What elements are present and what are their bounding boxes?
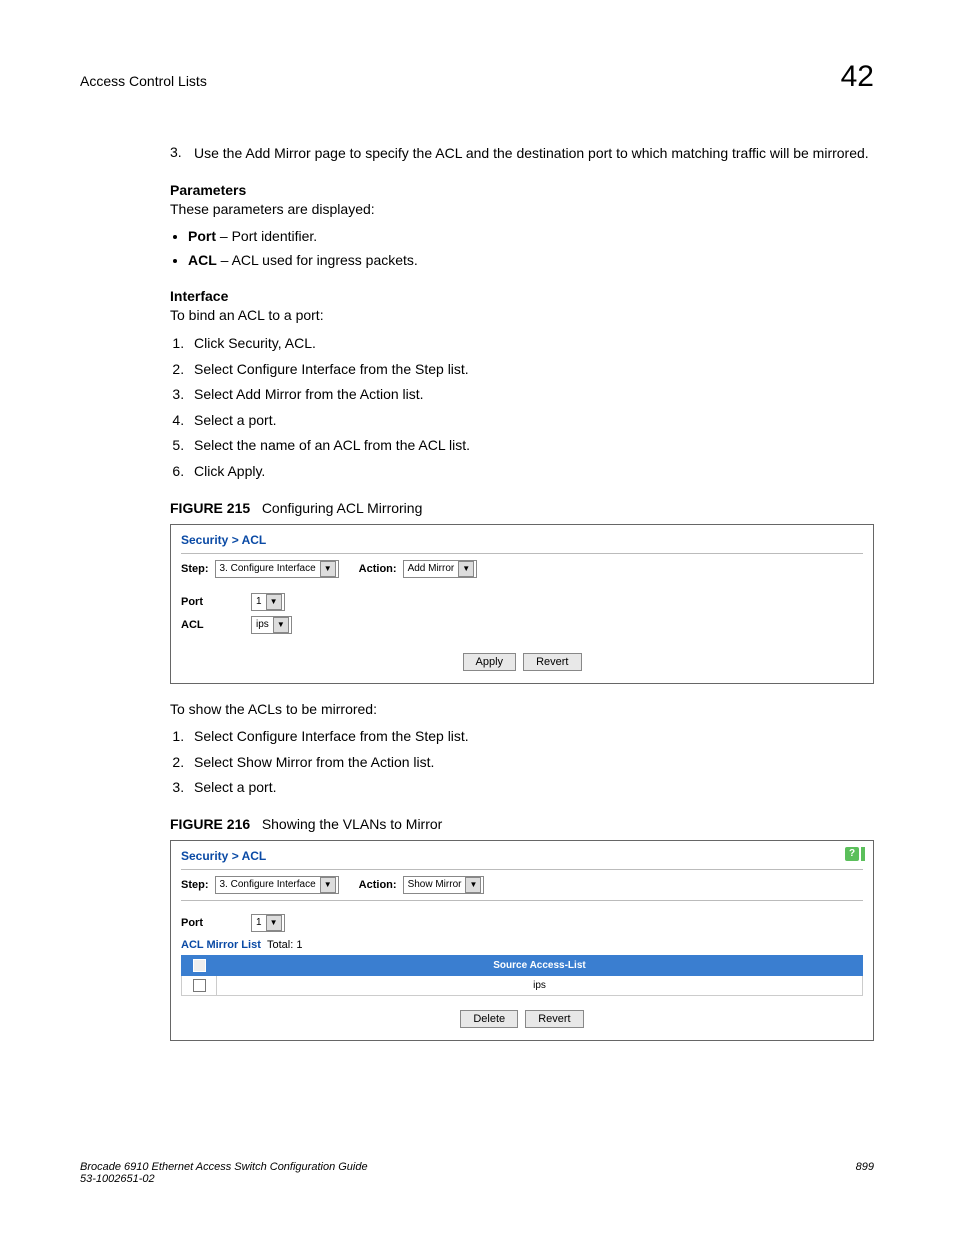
breadcrumb: Security > ACL [171,525,873,553]
step-label: Step: [181,879,209,891]
step-select-value: 3. Configure Interface [220,563,316,574]
step-select-value: 3. Configure Interface [220,879,316,890]
interface-step: Click Security, ACL. [188,334,874,354]
action-select[interactable]: Show Mirror ▼ [403,876,485,894]
panel-edge-icon [861,847,865,861]
running-header: Access Control Lists [80,73,207,89]
table-row: ips [182,975,863,995]
chevron-down-icon: ▼ [266,594,282,610]
step-select[interactable]: 3. Configure Interface ▼ [215,876,339,894]
delete-button[interactable]: Delete [460,1010,518,1028]
port-select[interactable]: 1 ▼ [251,914,285,932]
action-select-value: Show Mirror [408,879,462,890]
show-step: Select a port. [188,778,874,798]
figure-label: FIGURE 216 [170,816,250,832]
figure-216-panel: ? Security > ACL Step: 3. Configure Inte… [170,840,874,1041]
row-value: ips [217,975,863,995]
port-label: Port [181,596,251,608]
show-step: Select Show Mirror from the Action list. [188,753,874,773]
figure-caption: Configuring ACL Mirroring [262,500,423,516]
param-term: Port [188,228,216,244]
port-select-value: 1 [256,596,262,607]
chevron-down-icon: ▼ [266,915,282,931]
param-item: Port – Port identifier. [188,227,874,247]
chevron-down-icon: ▼ [458,561,474,577]
parameters-heading: Parameters [170,182,874,198]
revert-button[interactable]: Revert [525,1010,583,1028]
param-item: ACL – ACL used for ingress packets. [188,251,874,271]
parameters-intro: These parameters are displayed: [170,200,874,220]
chapter-number: 42 [841,60,874,94]
chevron-down-icon: ▼ [320,561,336,577]
step-number: 3. [170,144,194,164]
mirror-list-table: Source Access-List ips [181,955,863,996]
figure-215-panel: Security > ACL Step: 3. Configure Interf… [170,524,874,684]
footer-doc-title: Brocade 6910 Ethernet Access Switch Conf… [80,1161,368,1173]
interface-intro: To bind an ACL to a port: [170,306,874,326]
step-label: Step: [181,563,209,575]
param-term: ACL [188,252,217,268]
interface-step: Select Configure Interface from the Step… [188,360,874,380]
action-label: Action: [359,879,397,891]
col-header: Source Access-List [217,955,863,975]
show-intro: To show the ACLs to be mirrored: [170,700,874,720]
footer-doc-id: 53-1002651-02 [80,1173,368,1185]
port-select[interactable]: 1 ▼ [251,593,285,611]
help-icon[interactable]: ? [845,847,859,861]
interface-step: Click Apply. [188,462,874,482]
figure-caption: Showing the VLANs to Mirror [262,816,443,832]
breadcrumb: Security > ACL [171,841,873,869]
interface-heading: Interface [170,288,874,304]
step-select[interactable]: 3. Configure Interface ▼ [215,560,339,578]
page-number: 899 [856,1161,874,1185]
param-desc: – ACL used for ingress packets. [217,252,418,268]
port-label: Port [181,917,251,929]
list-title: ACL Mirror List [181,939,261,951]
param-desc: – Port identifier. [216,228,317,244]
port-select-value: 1 [256,917,262,928]
interface-step: Select the name of an ACL from the ACL l… [188,436,874,456]
list-total: Total: 1 [267,939,302,951]
chevron-down-icon: ▼ [320,877,336,893]
acl-select-value: ips [256,619,269,630]
acl-select[interactable]: ips ▼ [251,616,292,634]
show-step: Select Configure Interface from the Step… [188,727,874,747]
acl-label: ACL [181,619,251,631]
chevron-down-icon: ▼ [273,617,289,633]
action-label: Action: [359,563,397,575]
step-text: Use the Add Mirror page to specify the A… [194,144,874,164]
interface-step: Select Add Mirror from the Action list. [188,385,874,405]
chevron-down-icon: ▼ [465,877,481,893]
interface-step: Select a port. [188,411,874,431]
figure-label: FIGURE 215 [170,500,250,516]
action-select-value: Add Mirror [408,563,455,574]
action-select[interactable]: Add Mirror ▼ [403,560,478,578]
revert-button[interactable]: Revert [523,653,581,671]
apply-button[interactable]: Apply [463,653,517,671]
select-all-checkbox[interactable] [193,959,206,972]
row-checkbox[interactable] [193,979,206,992]
